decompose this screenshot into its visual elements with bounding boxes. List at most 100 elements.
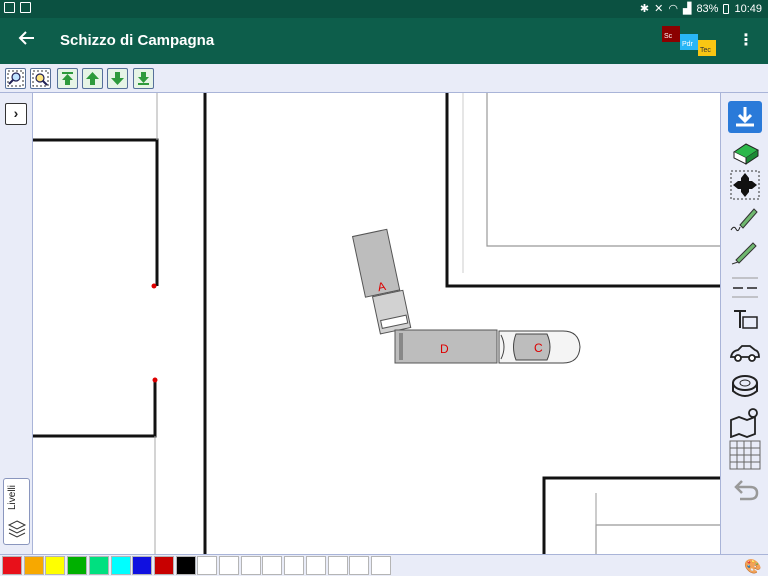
grid-icon — [729, 440, 761, 470]
road-edge-line — [542, 476, 720, 554]
measure-tool-button[interactable] — [728, 371, 762, 403]
road-edge-line — [33, 380, 157, 438]
page-title: Schizzo di Campagna — [60, 32, 215, 49]
logo-text-sc: Sc — [664, 33, 673, 40]
color-swatch[interactable] — [284, 556, 305, 575]
vehicle-d[interactable]: D — [394, 329, 498, 364]
freehand-tool-button[interactable] — [728, 203, 762, 235]
marker-point[interactable] — [151, 283, 157, 289]
color-swatch[interactable] — [327, 556, 348, 575]
color-swatch[interactable] — [110, 556, 131, 575]
zoom-fit-icon — [7, 70, 24, 87]
move-bottom-icon — [138, 72, 149, 85]
vehicle-c[interactable]: C — [498, 330, 581, 364]
undo-button[interactable] — [728, 473, 762, 505]
color-swatch[interactable] — [370, 556, 391, 575]
color-swatch[interactable] — [240, 556, 261, 575]
color-swatch[interactable] — [197, 556, 218, 575]
truck-cab — [371, 289, 412, 335]
color-swatch[interactable] — [219, 556, 239, 575]
layers-label: Livelli — [7, 485, 18, 511]
chevron-right-icon: › — [13, 105, 19, 121]
text-tool-button[interactable] — [728, 304, 762, 336]
move-down-button[interactable] — [107, 68, 128, 89]
zoom-selection-icon — [32, 70, 49, 87]
color-swatch[interactable] — [349, 556, 370, 575]
eraser-tool-button[interactable] — [728, 136, 762, 168]
app-bar: Schizzo di Campagna Sc Pdr Tec ⋮ — [0, 18, 768, 64]
color-swatch[interactable] — [2, 556, 22, 575]
grid-tool-button[interactable] — [728, 439, 762, 471]
app-icon — [20, 2, 31, 13]
marker-point[interactable] — [152, 377, 158, 383]
overflow-menu-button[interactable]: ⋮ — [738, 30, 754, 50]
logo-text-tec: Tec — [700, 47, 711, 54]
color-swatch[interactable] — [153, 556, 174, 575]
sidewalk-line — [486, 93, 720, 247]
zoom-selection-button[interactable] — [30, 68, 51, 89]
zoom-fit-button[interactable] — [5, 68, 26, 89]
pencil-tool-button[interactable] — [728, 236, 762, 268]
road-edge-line — [445, 93, 720, 288]
pencil-icon — [731, 242, 757, 265]
move-top-button[interactable] — [57, 68, 78, 89]
top-toolbar — [0, 64, 768, 93]
palette-button[interactable]: 🎨 — [744, 557, 762, 575]
back-button[interactable] — [14, 28, 40, 54]
map-icon — [730, 408, 758, 439]
vehicle-tool-button[interactable] — [728, 337, 762, 369]
gallery-icon — [4, 2, 15, 13]
car-roof — [513, 333, 551, 361]
color-swatch[interactable] — [262, 556, 283, 575]
move-tool-button[interactable] — [728, 169, 762, 201]
sketch-canvas[interactable]: A D C — [33, 93, 720, 554]
color-swatch[interactable] — [132, 556, 153, 575]
color-swatch[interactable] — [175, 556, 196, 575]
move-up-button[interactable] — [82, 68, 103, 89]
color-palette-bar: 🎨 — [0, 554, 768, 576]
notification-icons — [4, 2, 31, 13]
mute-icon: ✕ — [654, 3, 664, 15]
system-status: ✱ ✕ ◠ ▟ 83% 10:49 — [639, 2, 762, 16]
palette-icon: 🎨 — [744, 558, 762, 574]
vehicle-label-c: C — [534, 341, 543, 355]
undo-icon — [734, 480, 759, 501]
logo-text-pdr: Pdr — [682, 41, 694, 48]
vehicle-label-d: D — [440, 342, 449, 356]
expand-panel-button[interactable]: › — [5, 103, 27, 125]
move-up-icon — [86, 72, 99, 85]
text-icon — [734, 310, 758, 329]
sketch-drawing: A D C — [33, 93, 720, 554]
status-bar: ✱ ✕ ◠ ▟ 83% 10:49 — [0, 0, 768, 18]
clock: 10:49 — [734, 2, 762, 15]
truck-body — [351, 228, 401, 298]
right-toolbar — [720, 93, 768, 554]
road-edge-line — [33, 138, 159, 286]
battery-percent: 83% — [696, 2, 719, 15]
layers-button[interactable]: Livelli — [3, 478, 30, 545]
arrow-back-icon — [18, 31, 34, 45]
color-swatch[interactable] — [67, 556, 88, 575]
move-bottom-button[interactable] — [133, 68, 154, 89]
move-top-icon — [62, 72, 73, 85]
sidewalk-line — [595, 524, 720, 554]
move-down-icon — [111, 72, 124, 85]
freehand-icon — [730, 208, 758, 232]
dashed-line-icon — [732, 277, 758, 298]
move-icon — [730, 170, 760, 200]
color-swatch[interactable] — [45, 556, 66, 575]
vehicle-a[interactable]: A — [351, 228, 412, 336]
car-icon — [729, 345, 760, 362]
bluetooth-icon: ✱ — [639, 3, 650, 15]
color-swatch[interactable] — [305, 556, 326, 575]
left-panel: › Livelli — [0, 93, 33, 554]
battery-icon — [723, 3, 730, 14]
wifi-icon: ◠ — [668, 3, 678, 15]
dashed-line-tool-button[interactable] — [728, 270, 762, 302]
app-logo: Sc Pdr Tec — [662, 26, 716, 56]
color-swatch[interactable] — [88, 556, 109, 575]
download-icon — [736, 107, 754, 127]
map-tool-button[interactable] — [728, 406, 762, 439]
save-tool-button[interactable] — [728, 101, 762, 133]
color-swatch[interactable] — [23, 556, 44, 575]
